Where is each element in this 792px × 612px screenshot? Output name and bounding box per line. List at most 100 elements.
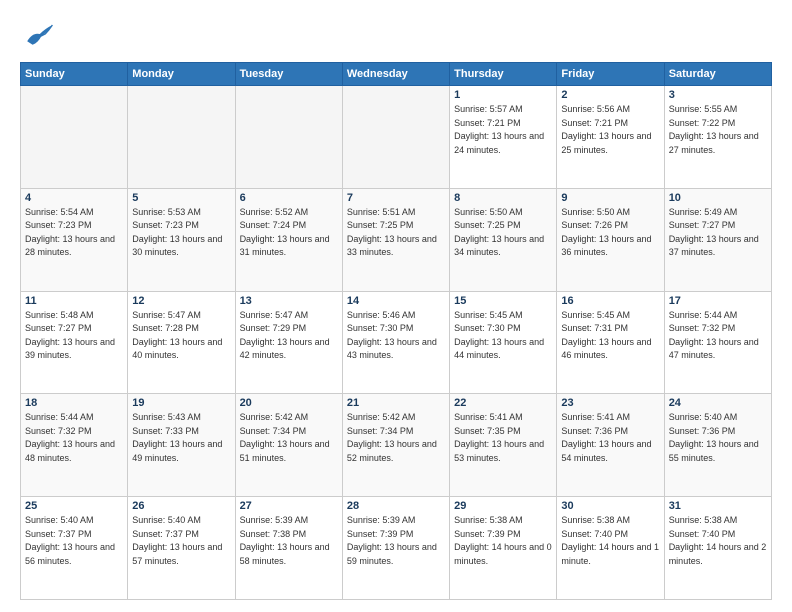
day-number: 24 bbox=[669, 397, 767, 409]
day-number: 19 bbox=[132, 397, 230, 409]
calendar-cell: 10 Sunrise: 5:49 AMSunset: 7:27 PMDayligh… bbox=[664, 188, 771, 291]
day-number: 21 bbox=[347, 397, 445, 409]
day-info: Sunrise: 5:44 AMSunset: 7:32 PMDaylight:… bbox=[25, 411, 123, 465]
day-info: Sunrise: 5:53 AMSunset: 7:23 PMDaylight:… bbox=[132, 206, 230, 260]
calendar-cell: 1Sunrise: 5:57 AMSunset: 7:21 PMDaylight… bbox=[450, 86, 557, 189]
day-header-friday: Friday bbox=[557, 63, 664, 86]
calendar-week-3: 11 Sunrise: 5:48 AMSunset: 7:27 PMDayligh… bbox=[21, 291, 772, 394]
calendar-cell: 5 Sunrise: 5:53 AMSunset: 7:23 PMDaylight… bbox=[128, 188, 235, 291]
calendar-cell: 22 Sunrise: 5:41 AMSunset: 7:35 PMDayligh… bbox=[450, 394, 557, 497]
day-number: 16 bbox=[561, 295, 659, 307]
day-info: Sunrise: 5:41 AMSunset: 7:35 PMDaylight:… bbox=[454, 411, 552, 465]
calendar-cell: 4 Sunrise: 5:54 AMSunset: 7:23 PMDaylight… bbox=[21, 188, 128, 291]
day-info: Sunrise: 5:42 AMSunset: 7:34 PMDaylight:… bbox=[240, 411, 338, 465]
day-header-wednesday: Wednesday bbox=[342, 63, 449, 86]
day-info: Sunrise: 5:44 AMSunset: 7:32 PMDaylight:… bbox=[669, 309, 767, 363]
day-info: Sunrise: 5:52 AMSunset: 7:24 PMDaylight:… bbox=[240, 206, 338, 260]
day-info: Sunrise: 5:47 AMSunset: 7:29 PMDaylight:… bbox=[240, 309, 338, 363]
day-info: Sunrise: 5:46 AMSunset: 7:30 PMDaylight:… bbox=[347, 309, 445, 363]
calendar-cell: 25 Sunrise: 5:40 AMSunset: 7:37 PMDayligh… bbox=[21, 497, 128, 600]
day-info: Sunrise: 5:50 AMSunset: 7:26 PMDaylight:… bbox=[561, 206, 659, 260]
calendar-cell bbox=[235, 86, 342, 189]
day-number: 31 bbox=[669, 500, 767, 512]
day-info: Sunrise: 5:49 AMSunset: 7:27 PMDaylight:… bbox=[669, 206, 767, 260]
calendar-cell: 16 Sunrise: 5:45 AMSunset: 7:31 PMDayligh… bbox=[557, 291, 664, 394]
calendar-table: SundayMondayTuesdayWednesdayThursdayFrid… bbox=[20, 62, 772, 600]
day-info: Sunrise: 5:43 AMSunset: 7:33 PMDaylight:… bbox=[132, 411, 230, 465]
day-number: 22 bbox=[454, 397, 552, 409]
day-info: Sunrise: 5:40 AMSunset: 7:37 PMDaylight:… bbox=[132, 514, 230, 568]
day-number: 27 bbox=[240, 500, 338, 512]
day-number: 9 bbox=[561, 192, 659, 204]
day-info: Sunrise: 5:45 AMSunset: 7:30 PMDaylight:… bbox=[454, 309, 552, 363]
calendar-cell: 23 Sunrise: 5:41 AMSunset: 7:36 PMDayligh… bbox=[557, 394, 664, 497]
day-info: Sunrise: 5:38 AMSunset: 7:40 PMDaylight:… bbox=[669, 514, 767, 568]
day-info: Sunrise: 5:47 AMSunset: 7:28 PMDaylight:… bbox=[132, 309, 230, 363]
day-number: 1 bbox=[454, 89, 552, 101]
calendar-cell: 18 Sunrise: 5:44 AMSunset: 7:32 PMDayligh… bbox=[21, 394, 128, 497]
day-number: 17 bbox=[669, 295, 767, 307]
day-number: 3 bbox=[669, 89, 767, 101]
calendar-cell bbox=[21, 86, 128, 189]
calendar-cell bbox=[342, 86, 449, 189]
calendar-cell: 11 Sunrise: 5:48 AMSunset: 7:27 PMDayligh… bbox=[21, 291, 128, 394]
day-number: 6 bbox=[240, 192, 338, 204]
calendar-cell: 14 Sunrise: 5:46 AMSunset: 7:30 PMDayligh… bbox=[342, 291, 449, 394]
day-number: 8 bbox=[454, 192, 552, 204]
day-number: 14 bbox=[347, 295, 445, 307]
calendar-cell: 9 Sunrise: 5:50 AMSunset: 7:26 PMDaylight… bbox=[557, 188, 664, 291]
day-number: 2 bbox=[561, 89, 659, 101]
day-header-tuesday: Tuesday bbox=[235, 63, 342, 86]
day-info: Sunrise: 5:54 AMSunset: 7:23 PMDaylight:… bbox=[25, 206, 123, 260]
calendar-page: SundayMondayTuesdayWednesdayThursdayFrid… bbox=[0, 0, 792, 612]
calendar-cell: 28Sunrise: 5:39 AMSunset: 7:39 PMDayligh… bbox=[342, 497, 449, 600]
calendar-cell: 20Sunrise: 5:42 AMSunset: 7:34 PMDayligh… bbox=[235, 394, 342, 497]
day-number: 15 bbox=[454, 295, 552, 307]
calendar-cell: 17 Sunrise: 5:44 AMSunset: 7:32 PMDayligh… bbox=[664, 291, 771, 394]
day-info: Sunrise: 5:38 AMSunset: 7:40 PMDaylight:… bbox=[561, 514, 659, 568]
calendar-cell: 30Sunrise: 5:38 AMSunset: 7:40 PMDayligh… bbox=[557, 497, 664, 600]
calendar-cell: 15 Sunrise: 5:45 AMSunset: 7:30 PMDayligh… bbox=[450, 291, 557, 394]
calendar-cell: 21Sunrise: 5:42 AMSunset: 7:34 PMDayligh… bbox=[342, 394, 449, 497]
day-info: Sunrise: 5:56 AMSunset: 7:21 PMDaylight:… bbox=[561, 103, 659, 157]
calendar-cell: 13 Sunrise: 5:47 AMSunset: 7:29 PMDayligh… bbox=[235, 291, 342, 394]
calendar-week-4: 18 Sunrise: 5:44 AMSunset: 7:32 PMDayligh… bbox=[21, 394, 772, 497]
logo-icon bbox=[20, 16, 56, 52]
calendar-cell: 12 Sunrise: 5:47 AMSunset: 7:28 PMDayligh… bbox=[128, 291, 235, 394]
day-number: 11 bbox=[25, 295, 123, 307]
calendar-cell: 24Sunrise: 5:40 AMSunset: 7:36 PMDayligh… bbox=[664, 394, 771, 497]
day-info: Sunrise: 5:41 AMSunset: 7:36 PMDaylight:… bbox=[561, 411, 659, 465]
calendar-cell bbox=[128, 86, 235, 189]
calendar-header-row: SundayMondayTuesdayWednesdayThursdayFrid… bbox=[21, 63, 772, 86]
day-info: Sunrise: 5:51 AMSunset: 7:25 PMDaylight:… bbox=[347, 206, 445, 260]
day-number: 7 bbox=[347, 192, 445, 204]
calendar-cell: 26 Sunrise: 5:40 AMSunset: 7:37 PMDayligh… bbox=[128, 497, 235, 600]
day-number: 10 bbox=[669, 192, 767, 204]
calendar-week-1: 1Sunrise: 5:57 AMSunset: 7:21 PMDaylight… bbox=[21, 86, 772, 189]
page-header bbox=[20, 16, 772, 52]
day-number: 4 bbox=[25, 192, 123, 204]
day-info: Sunrise: 5:38 AMSunset: 7:39 PMDaylight:… bbox=[454, 514, 552, 568]
calendar-cell: 29Sunrise: 5:38 AMSunset: 7:39 PMDayligh… bbox=[450, 497, 557, 600]
day-number: 5 bbox=[132, 192, 230, 204]
calendar-cell: 31 Sunrise: 5:38 AMSunset: 7:40 PMDayligh… bbox=[664, 497, 771, 600]
day-header-sunday: Sunday bbox=[21, 63, 128, 86]
day-number: 28 bbox=[347, 500, 445, 512]
day-info: Sunrise: 5:40 AMSunset: 7:37 PMDaylight:… bbox=[25, 514, 123, 568]
calendar-cell: 3 Sunrise: 5:55 AMSunset: 7:22 PMDaylight… bbox=[664, 86, 771, 189]
day-info: Sunrise: 5:48 AMSunset: 7:27 PMDaylight:… bbox=[25, 309, 123, 363]
calendar-cell: 19 Sunrise: 5:43 AMSunset: 7:33 PMDayligh… bbox=[128, 394, 235, 497]
day-number: 18 bbox=[25, 397, 123, 409]
calendar-week-2: 4 Sunrise: 5:54 AMSunset: 7:23 PMDaylight… bbox=[21, 188, 772, 291]
day-info: Sunrise: 5:50 AMSunset: 7:25 PMDaylight:… bbox=[454, 206, 552, 260]
day-number: 23 bbox=[561, 397, 659, 409]
day-number: 26 bbox=[132, 500, 230, 512]
day-number: 25 bbox=[25, 500, 123, 512]
logo bbox=[20, 16, 60, 52]
day-info: Sunrise: 5:45 AMSunset: 7:31 PMDaylight:… bbox=[561, 309, 659, 363]
day-number: 12 bbox=[132, 295, 230, 307]
day-header-thursday: Thursday bbox=[450, 63, 557, 86]
day-info: Sunrise: 5:55 AMSunset: 7:22 PMDaylight:… bbox=[669, 103, 767, 157]
day-header-saturday: Saturday bbox=[664, 63, 771, 86]
day-number: 13 bbox=[240, 295, 338, 307]
